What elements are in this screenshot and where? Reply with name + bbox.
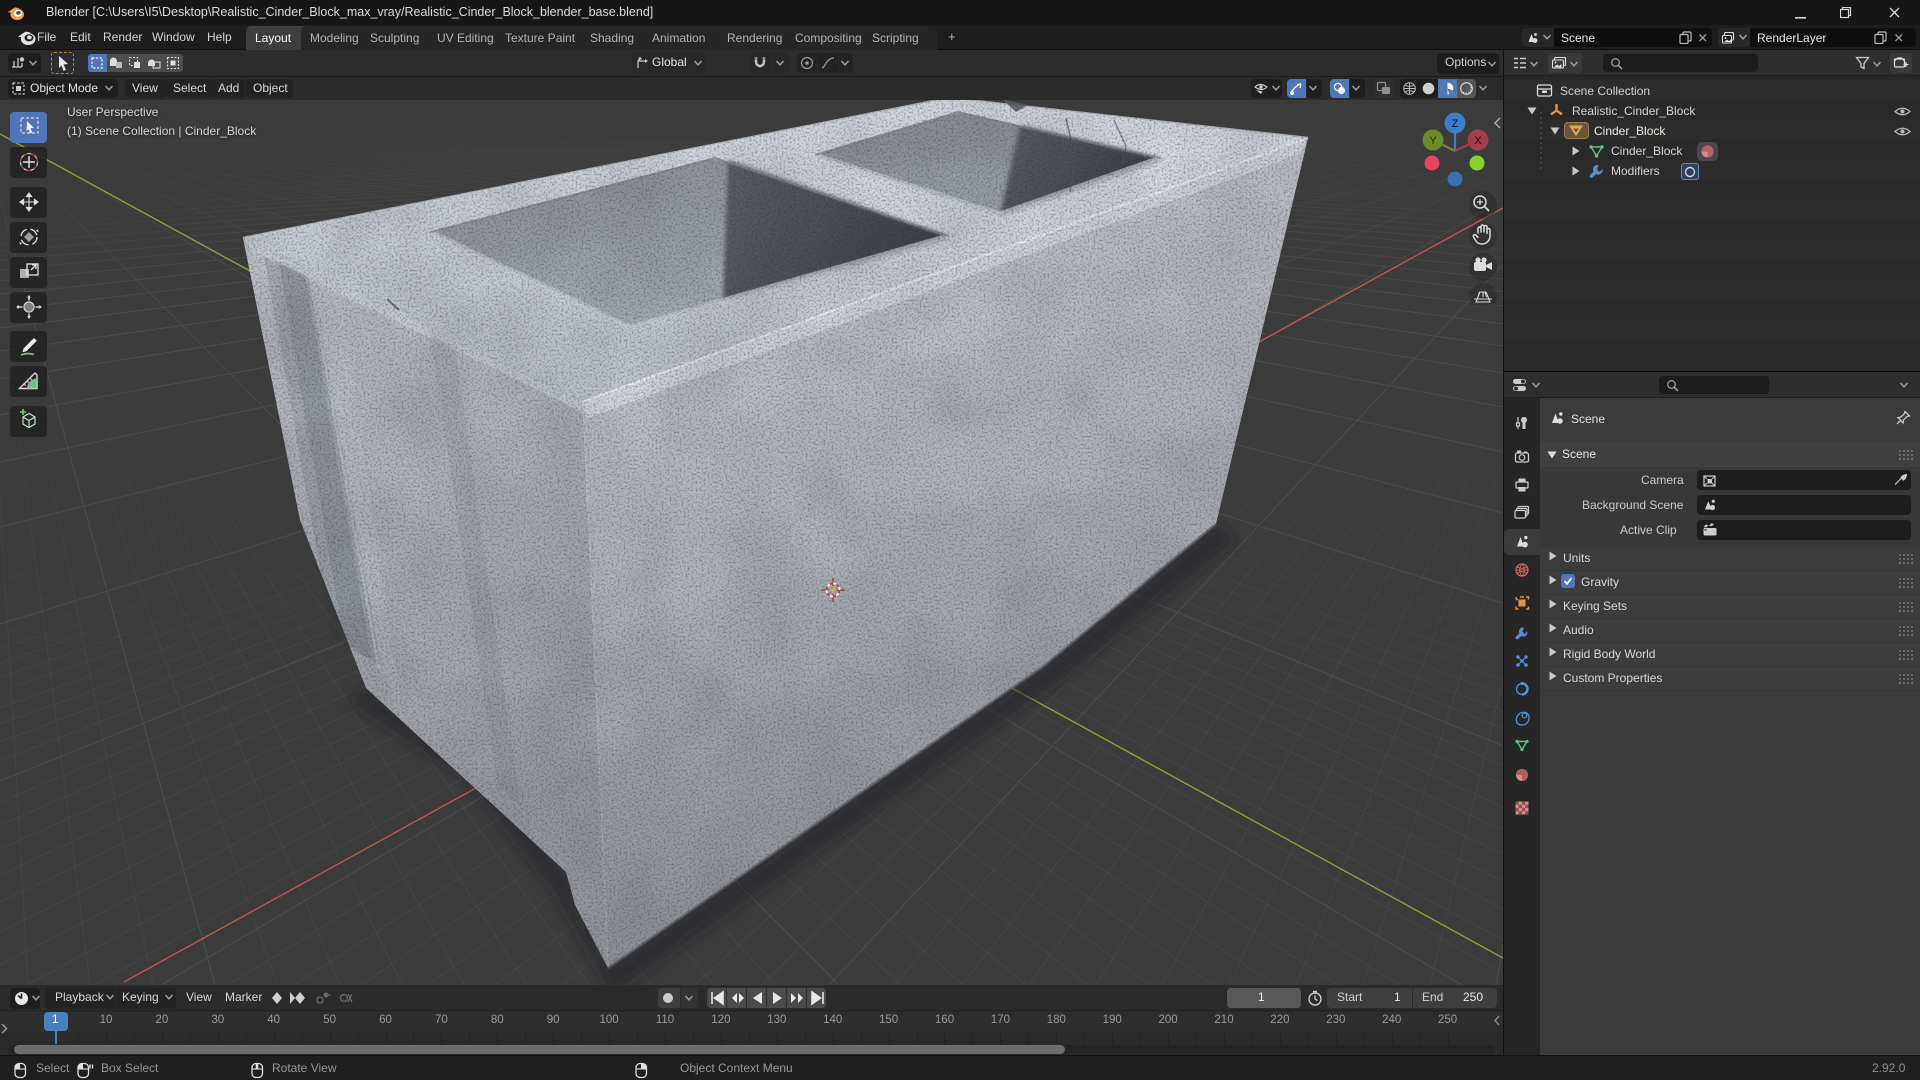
svg-text:X: X xyxy=(1474,135,1482,147)
svg-text:Z: Z xyxy=(1452,118,1459,130)
svg-text:Y: Y xyxy=(1429,135,1437,147)
